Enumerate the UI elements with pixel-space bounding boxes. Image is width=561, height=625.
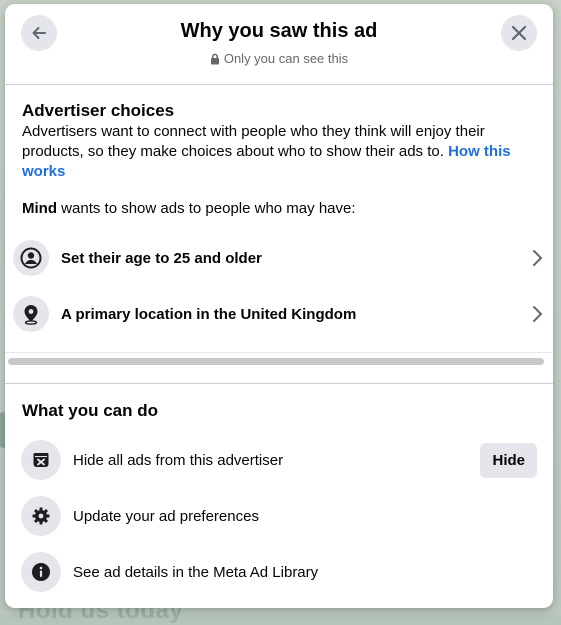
targeting-item-location[interactable]: A primary location in the United Kingdom [5, 288, 553, 340]
close-button[interactable] [501, 15, 537, 51]
icon-container [21, 496, 61, 536]
chevron-right-icon [531, 305, 543, 323]
what-you-can-do-heading: What you can do [22, 401, 158, 420]
targeting-item-label: Set their age to 25 and older [61, 249, 262, 267]
advertiser-choices-heading: Advertiser choices [22, 101, 175, 120]
person-circle-icon [20, 247, 42, 269]
horizontal-scrollbar[interactable] [8, 358, 544, 365]
dialog-header: Why you saw this ad Only you can see thi… [5, 4, 553, 85]
info-icon [32, 563, 50, 581]
gear-icon [32, 507, 50, 525]
lock-icon [210, 53, 219, 64]
advertiser-name: Mind [22, 200, 57, 217]
icon-container [21, 440, 61, 480]
location-pin-icon [24, 305, 38, 325]
action-label: See ad details in the Meta Ad Library [73, 563, 319, 581]
dialog-title: Why you saw this ad [180, 20, 378, 42]
hide-ad-icon [33, 453, 49, 467]
hide-button[interactable]: Hide [480, 442, 537, 478]
horizontal-scrollbar-track [5, 352, 553, 369]
advertiser-choices-text: Advertisers want to connect with people … [22, 123, 485, 160]
close-icon [511, 25, 527, 41]
targeting-item-age[interactable]: Set their age to 25 and older [5, 232, 553, 284]
action-row-ad-preferences[interactable]: Update your ad preferences [5, 494, 553, 538]
action-label: Update your ad preferences [73, 507, 259, 525]
privacy-note-text: Only you can see this [223, 51, 349, 66]
advertiser-choices-description: Advertisers want to connect with people … [22, 122, 542, 182]
action-row-hide-ads: Hide all ads from this advertiser Hide [5, 438, 553, 482]
icon-container [21, 552, 61, 592]
section-divider [5, 383, 553, 384]
privacy-note: Only you can see this [5, 51, 553, 66]
advertiser-targeting-text: wants to show ads to people who may have… [61, 200, 356, 217]
icon-container [13, 296, 49, 332]
advertiser-targeting-intro: Mind wants to show ads to people who may… [22, 199, 356, 219]
icon-container [13, 240, 49, 276]
chevron-right-icon [531, 249, 543, 267]
targeting-item-label: A primary location in the United Kingdom [61, 305, 357, 323]
action-row-ad-library[interactable]: See ad details in the Meta Ad Library [5, 550, 553, 594]
action-label[interactable]: Hide all ads from this advertiser [73, 452, 480, 469]
why-you-saw-this-ad-dialog: Why you saw this ad Only you can see thi… [5, 4, 553, 608]
